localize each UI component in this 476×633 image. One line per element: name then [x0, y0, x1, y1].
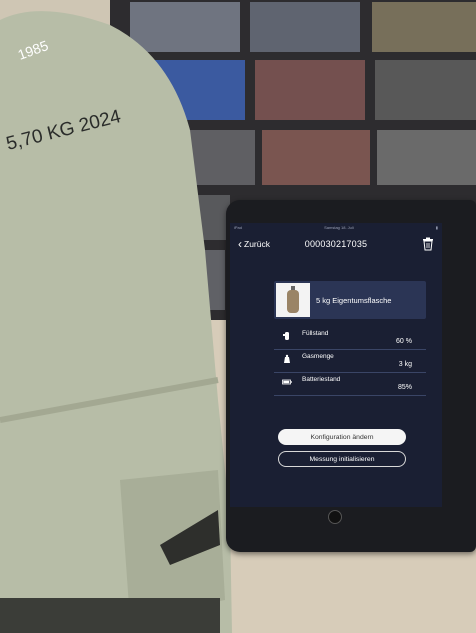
page-title: 000030217035: [304, 239, 368, 249]
product-card[interactable]: 5 kg Eigentumsflasche: [274, 281, 426, 319]
app-screen: iPad Samstag 18. Juli ▮ ‹ Zurück 0000302…: [230, 223, 442, 507]
battery-label: Batteriestand: [302, 376, 341, 383]
change-configuration-button[interactable]: Konfiguration ändern: [278, 429, 406, 445]
status-bar: iPad Samstag 18. Juli ▮: [230, 223, 442, 232]
list-item-fill-level: Füllstand 60 %: [274, 327, 426, 350]
metrics-list: Füllstand 60 % Gasmenge 3 kg Batteriesta…: [274, 327, 426, 396]
status-date: Samstag 18. Juli: [324, 225, 354, 230]
status-left: iPad: [234, 225, 243, 230]
trash-icon[interactable]: [422, 237, 434, 251]
product-thumbnail: [276, 283, 310, 317]
initialize-measurement-button[interactable]: Messung initialisieren: [278, 451, 406, 467]
fill-level-value: 60 %: [396, 338, 412, 345]
fill-level-icon: [283, 332, 289, 340]
home-button[interactable]: [328, 510, 342, 524]
gas-bottle-icon: [287, 286, 299, 313]
list-item-gas-amount: Gasmenge 3 kg: [274, 350, 426, 373]
list-item-battery: Batteriestand 85%: [274, 373, 426, 396]
fill-level-label: Füllstand: [302, 330, 329, 337]
nav-bar: ‹ Zurück 000030217035: [230, 232, 442, 258]
gas-amount-value: 3 kg: [398, 361, 412, 368]
product-name: 5 kg Eigentumsflasche: [316, 295, 392, 305]
battery-icon: [282, 379, 292, 385]
battery-status-icon: ▮: [435, 225, 438, 230]
scale-icon: [284, 354, 290, 363]
gas-amount-label: Gasmenge: [302, 353, 334, 360]
battery-value: 85%: [397, 384, 412, 391]
